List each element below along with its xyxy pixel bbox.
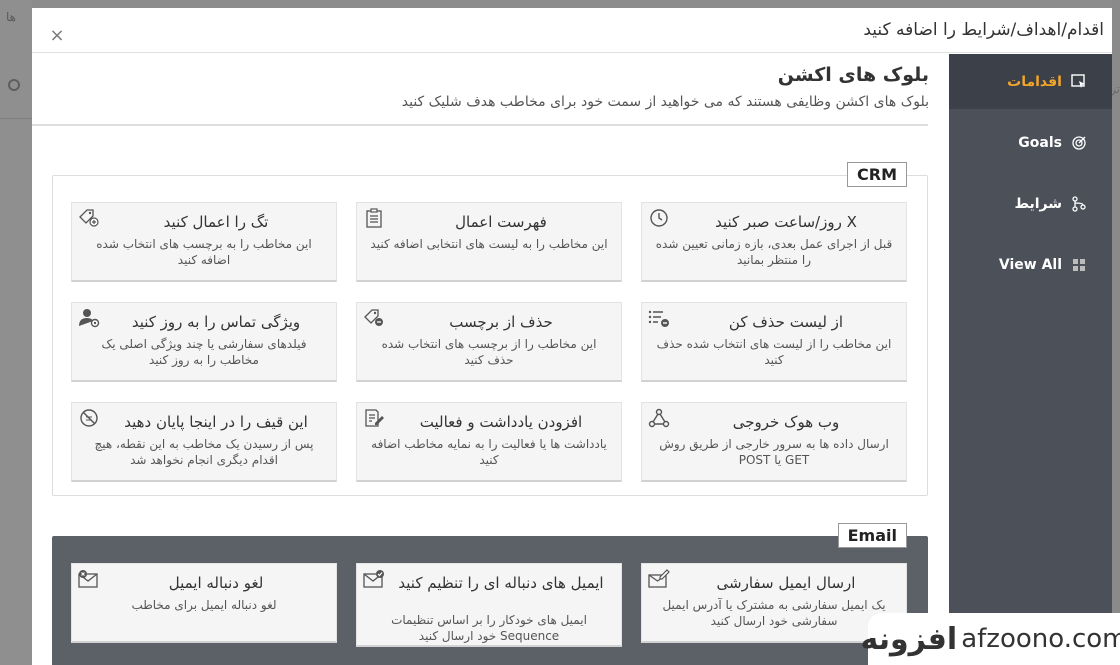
add-action-modal: اقدام/اهداف/شرایط را اضافه کنید × اقداما… bbox=[32, 8, 1112, 665]
card-remove-list[interactable]: از لیست حذف کن این مخاطب را از لیست های … bbox=[641, 302, 907, 382]
sidebar-item-label: شرایط bbox=[1014, 195, 1062, 212]
sidebar-item-actions[interactable]: اقدامات bbox=[949, 54, 1112, 109]
card-title: از لیست حذف کن bbox=[728, 313, 844, 331]
background-divider bbox=[0, 118, 32, 119]
sidebar: اقدامات Goals شرایط View All bbox=[949, 54, 1112, 665]
card-title: افزودن یادداشت و فعالیت bbox=[419, 413, 583, 431]
card-update-contact[interactable]: ویژگی تماس را به روز کنید فیلدهای سفارشی… bbox=[71, 302, 337, 382]
clock-icon bbox=[648, 207, 670, 229]
card-title: ویژگی تماس را به روز کنید bbox=[131, 313, 301, 331]
group-label-email: Email bbox=[837, 523, 907, 548]
card-description: این مخاطب را از برچسب های انتخاب شده حذف… bbox=[381, 337, 597, 367]
gear-icon bbox=[8, 79, 20, 91]
modal-header: اقدام/اهداف/شرایط را اضافه کنید × bbox=[32, 8, 1112, 53]
sidebar-item-label: Goals bbox=[1018, 134, 1062, 151]
background-right-strip: تر bbox=[1110, 0, 1120, 665]
email-check-icon bbox=[363, 568, 385, 590]
email-group: Email ارسال ایمیل سفارشی یک ایمیل سفارشی… bbox=[52, 523, 928, 665]
sidebar-item-conditions[interactable]: شرایط bbox=[949, 176, 1112, 231]
card-wait-delay[interactable]: X روز/ساعت صبر کنید قبل از اجرای عمل بعد… bbox=[641, 202, 907, 282]
watermark: افزونه afzoono.com bbox=[861, 613, 1120, 665]
sidebar-item-goals[interactable]: Goals bbox=[949, 115, 1112, 170]
tag-minus-icon bbox=[363, 307, 385, 329]
card-outgoing-webhook[interactable]: وب هوک خروجی ارسال داده ها به سرور خارجی… bbox=[641, 402, 907, 482]
card-description: لغو دنباله ایمیل برای مخاطب bbox=[131, 598, 277, 612]
card-title: لغو دنباله ایمیل bbox=[168, 574, 264, 592]
card-apply-list[interactable]: فهرست اعمال این مخاطب را به لیست های انت… bbox=[356, 202, 622, 282]
card-description: ایمیل های خودکار را بر اساس تنظیمات Sequ… bbox=[391, 613, 587, 643]
card-description: ارسال داده ها به سرور خارجی از طریق روش … bbox=[659, 437, 889, 467]
card-description: این مخاطب را به برچسب های انتخاب شده اضا… bbox=[96, 237, 312, 267]
close-icon: × bbox=[49, 25, 65, 46]
section-divider bbox=[32, 124, 928, 126]
section-header: بلوک های اکشن بلوک های اکشن وظایفی هستند… bbox=[33, 64, 929, 110]
card-description: یک ایمیل سفارشی به مشترک یا آدرس ایمیل س… bbox=[662, 598, 886, 628]
card-set-sequence-emails[interactable]: ایمیل های دنباله ای را تنظیم کنید ایمیل … bbox=[356, 563, 622, 647]
card-title: فهرست اعمال bbox=[455, 213, 547, 231]
card-end-funnel[interactable]: این قیف را در اینجا پایان دهید پس از رسی… bbox=[71, 402, 337, 482]
modal-title: اقدام/اهداف/شرایط را اضافه کنید bbox=[863, 20, 1104, 40]
section-title: بلوک های اکشن bbox=[777, 64, 929, 86]
email-edit-icon bbox=[648, 568, 670, 590]
grid-icon bbox=[1070, 256, 1088, 274]
card-remove-tag[interactable]: حذف از برچسب این مخاطب را از برچسب های ا… bbox=[356, 302, 622, 382]
card-add-note[interactable]: افزودن یادداشت و فعالیت یادداشت ها یا فع… bbox=[356, 402, 622, 482]
webhook-icon bbox=[648, 407, 670, 429]
sidebar-item-view-all[interactable]: View All bbox=[949, 237, 1112, 292]
cursor-box-icon bbox=[1070, 73, 1088, 91]
note-edit-icon bbox=[363, 407, 385, 429]
card-title: وب هوک خروجی bbox=[732, 413, 840, 431]
card-description: قبل از اجرای عمل بعدی، بازه زمانی تعیین … bbox=[655, 237, 893, 267]
crm-group: CRM X روز/ساعت صبر کنید قبل از اجرای عمل… bbox=[52, 162, 928, 496]
card-apply-tag[interactable]: تگ را اعمال کنید این مخاطب را به برچسب ه… bbox=[71, 202, 337, 282]
card-title: X روز/ساعت صبر کنید bbox=[715, 213, 857, 231]
background-left-strip: ها bbox=[0, 0, 32, 665]
section-description: بلوک های اکشن وظایفی هستند که می خواهید … bbox=[401, 94, 929, 110]
card-title: تگ را اعمال کنید bbox=[163, 213, 269, 231]
user-gear-icon bbox=[78, 307, 100, 329]
email-cancel-icon bbox=[78, 568, 100, 590]
branch-icon bbox=[1070, 195, 1088, 213]
stop-circle-icon bbox=[78, 407, 100, 429]
card-title: حذف از برچسب bbox=[449, 313, 553, 331]
card-description: این مخاطب را از لیست های انتخاب شده حذف … bbox=[656, 337, 892, 367]
close-button[interactable]: × bbox=[46, 25, 68, 47]
card-title: ایمیل های دنباله ای را تنظیم کنید bbox=[398, 574, 604, 592]
watermark-fa: افزونه bbox=[860, 621, 958, 657]
card-cancel-email-sequence[interactable]: لغو دنباله ایمیل لغو دنباله ایمیل برای م… bbox=[71, 563, 337, 643]
sidebar-item-label: اقدامات bbox=[1007, 73, 1062, 90]
content-area: بلوک های اکشن بلوک های اکشن وظایفی هستند… bbox=[32, 54, 949, 665]
card-title: ارسال ایمیل سفارشی bbox=[716, 574, 856, 592]
card-description: این مخاطب را به لیست های انتخابی اضافه ک… bbox=[370, 237, 608, 251]
card-title: این قیف را در اینجا پایان دهید bbox=[124, 413, 308, 431]
list-remove-icon bbox=[648, 307, 670, 329]
background-text: ها bbox=[6, 10, 16, 24]
group-label-crm: CRM bbox=[847, 162, 907, 187]
clipboard-list-icon bbox=[363, 207, 385, 229]
watermark-en: afzoono.com bbox=[961, 624, 1120, 654]
sidebar-item-label: View All bbox=[998, 256, 1062, 273]
card-description: فیلدهای سفارشی یا چند ویژگی اصلی یک مخاط… bbox=[101, 337, 307, 367]
card-description: یادداشت ها یا فعالیت را به نمایه مخاطب ا… bbox=[371, 437, 607, 467]
tag-plus-icon bbox=[78, 207, 100, 229]
card-description: پس از رسیدن یک مخاطب به این نقطه، هیچ اق… bbox=[94, 437, 314, 467]
target-icon bbox=[1070, 134, 1088, 152]
